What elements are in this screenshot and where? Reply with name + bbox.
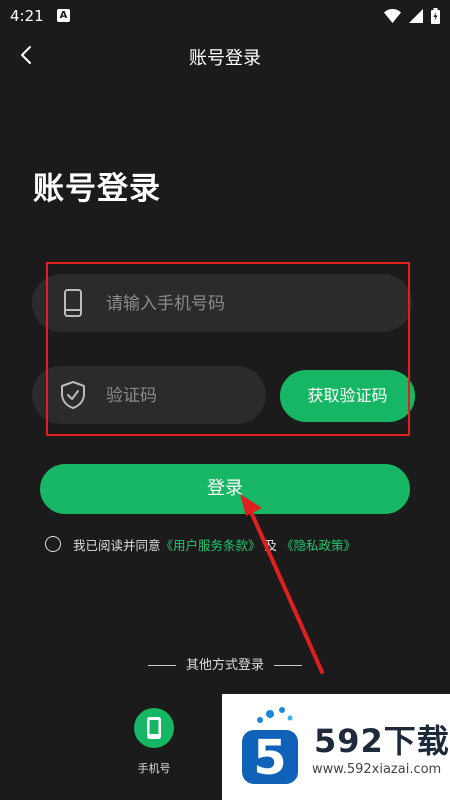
phone-login-button[interactable] [134, 708, 174, 748]
status-icons [384, 7, 440, 25]
highlight-box [46, 262, 410, 436]
agreement-and: 及 [264, 537, 278, 553]
top-bar: 账号登录 [0, 32, 450, 80]
login-button[interactable]: 登录 [40, 464, 410, 514]
phone-login-label: 手机号 [137, 762, 171, 775]
watermark: 5 592下载 www.592xiazai.com [222, 694, 450, 800]
header-title: 账号登录 [189, 48, 261, 69]
agreement-checkbox[interactable] [45, 536, 61, 552]
divider-line [147, 665, 176, 666]
watermark-logo-text: 5 [253, 730, 286, 786]
signal-icon [409, 9, 423, 23]
page-title: 账号登录 [33, 171, 161, 207]
other-login-title: 其他方式登录 [185, 658, 264, 673]
divider-line [274, 665, 302, 666]
watermark-url: www.592xiazai.com [312, 762, 442, 777]
watermark-brand: 592下载 [314, 722, 450, 760]
agreement-row: 我已阅读并同意 《用户服务条款》 及 《隐私政策》 [45, 534, 356, 554]
status-time: 4:21 [10, 7, 44, 25]
status-bar: 4:21 A [0, 0, 450, 32]
terms-link[interactable]: 《用户服务条款》 [161, 535, 261, 554]
watermark-logo: 5 [242, 707, 298, 786]
agreement-text: 我已阅读并同意 [73, 537, 161, 553]
wifi-icon [384, 9, 401, 23]
mobile-phone-icon [147, 717, 161, 739]
other-login-divider: 其他方式登录 [0, 654, 450, 673]
privacy-link[interactable]: 《隐私政策》 [281, 535, 356, 554]
battery-icon [431, 8, 440, 24]
notification-badge: A [57, 9, 70, 22]
